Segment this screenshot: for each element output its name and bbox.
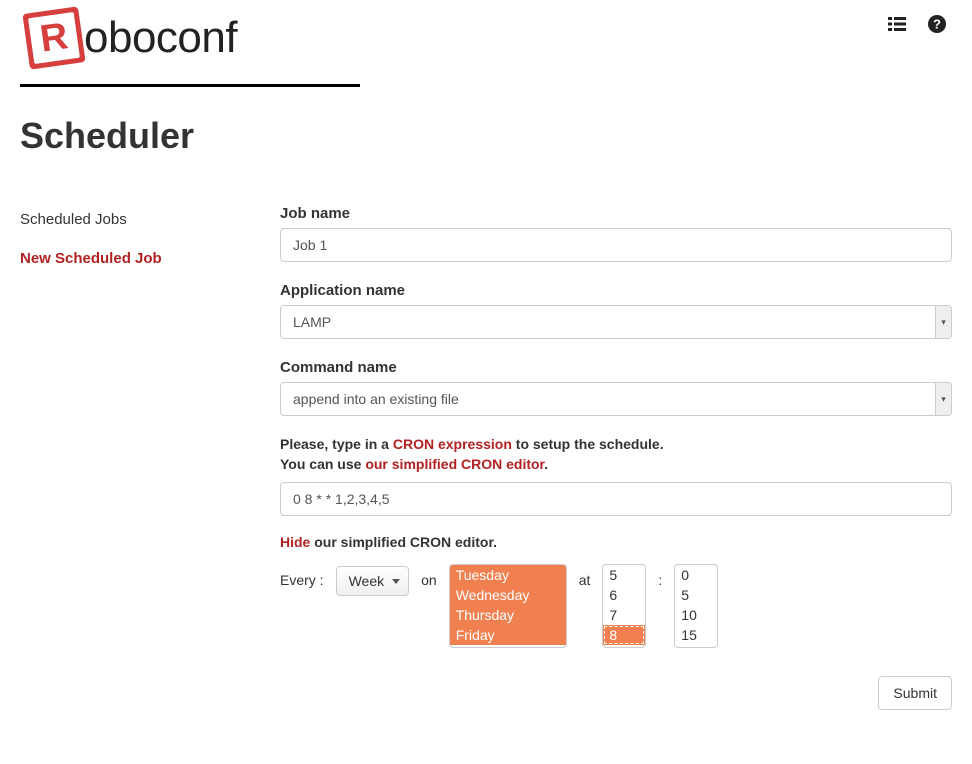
every-label: Every :	[280, 564, 324, 588]
app-name-label: Application name	[280, 282, 952, 299]
hour-option[interactable]: 6	[603, 585, 645, 605]
submit-button[interactable]: Submit	[878, 676, 952, 710]
minute-option[interactable]: 0	[675, 565, 717, 585]
cron-help-line2: You can use our simplified CRON editor.	[280, 456, 952, 472]
svg-text:?: ?	[933, 17, 941, 32]
command-name-select[interactable]: append into an existing file	[280, 382, 952, 416]
logo-text: oboconf	[84, 13, 237, 63]
app-name-select[interactable]: LAMP	[280, 305, 952, 339]
time-colon: :	[658, 564, 662, 588]
on-label: on	[421, 564, 437, 588]
minute-option[interactable]: 10	[675, 605, 717, 625]
cron-expression-link[interactable]: CRON expression	[393, 436, 512, 452]
cron-editor-link[interactable]: our simplified CRON editor	[365, 456, 544, 472]
sidebar-item-new-scheduled-job[interactable]: New Scheduled Job	[20, 244, 260, 283]
job-name-input[interactable]	[280, 228, 952, 262]
cron-help-line1: Please, type in a CRON expression to set…	[280, 436, 952, 452]
help-icon[interactable]: ?	[928, 15, 946, 33]
hide-link[interactable]: Hide	[280, 534, 310, 550]
logo[interactable]: R oboconf	[26, 10, 360, 66]
hide-editor-text: Hide our simplified CRON editor.	[280, 534, 952, 550]
sidebar-item-scheduled-jobs[interactable]: Scheduled Jobs	[20, 205, 260, 244]
day-option[interactable]: Thursday	[450, 605, 566, 625]
hour-option[interactable]: 7	[603, 605, 645, 625]
day-option[interactable]: Friday	[450, 625, 566, 645]
day-option[interactable]: Tuesday	[450, 565, 566, 585]
hour-option[interactable]: 8	[603, 625, 645, 645]
hour-option[interactable]: 9	[603, 645, 645, 647]
command-name-label: Command name	[280, 359, 952, 376]
logo-underline	[20, 84, 360, 87]
hours-listbox[interactable]: 56789	[602, 564, 646, 648]
job-name-label: Job name	[280, 205, 952, 222]
logo-r-icon: R	[22, 6, 85, 69]
minute-option[interactable]: 15	[675, 625, 717, 645]
sidebar: Scheduled Jobs New Scheduled Job	[20, 205, 260, 710]
minutes-listbox[interactable]: 051015	[674, 564, 718, 648]
hour-option[interactable]: 5	[603, 565, 645, 585]
days-listbox[interactable]: TuesdayWednesdayThursdayFriday	[449, 564, 567, 648]
caret-down-icon	[392, 579, 400, 584]
day-option[interactable]: Wednesday	[450, 585, 566, 605]
cron-input[interactable]	[280, 482, 952, 516]
list-icon[interactable]	[888, 15, 906, 33]
at-label: at	[579, 564, 591, 588]
page-title: Scheduler	[20, 115, 952, 157]
minute-option[interactable]: 5	[675, 585, 717, 605]
every-select[interactable]: Week	[336, 566, 410, 596]
